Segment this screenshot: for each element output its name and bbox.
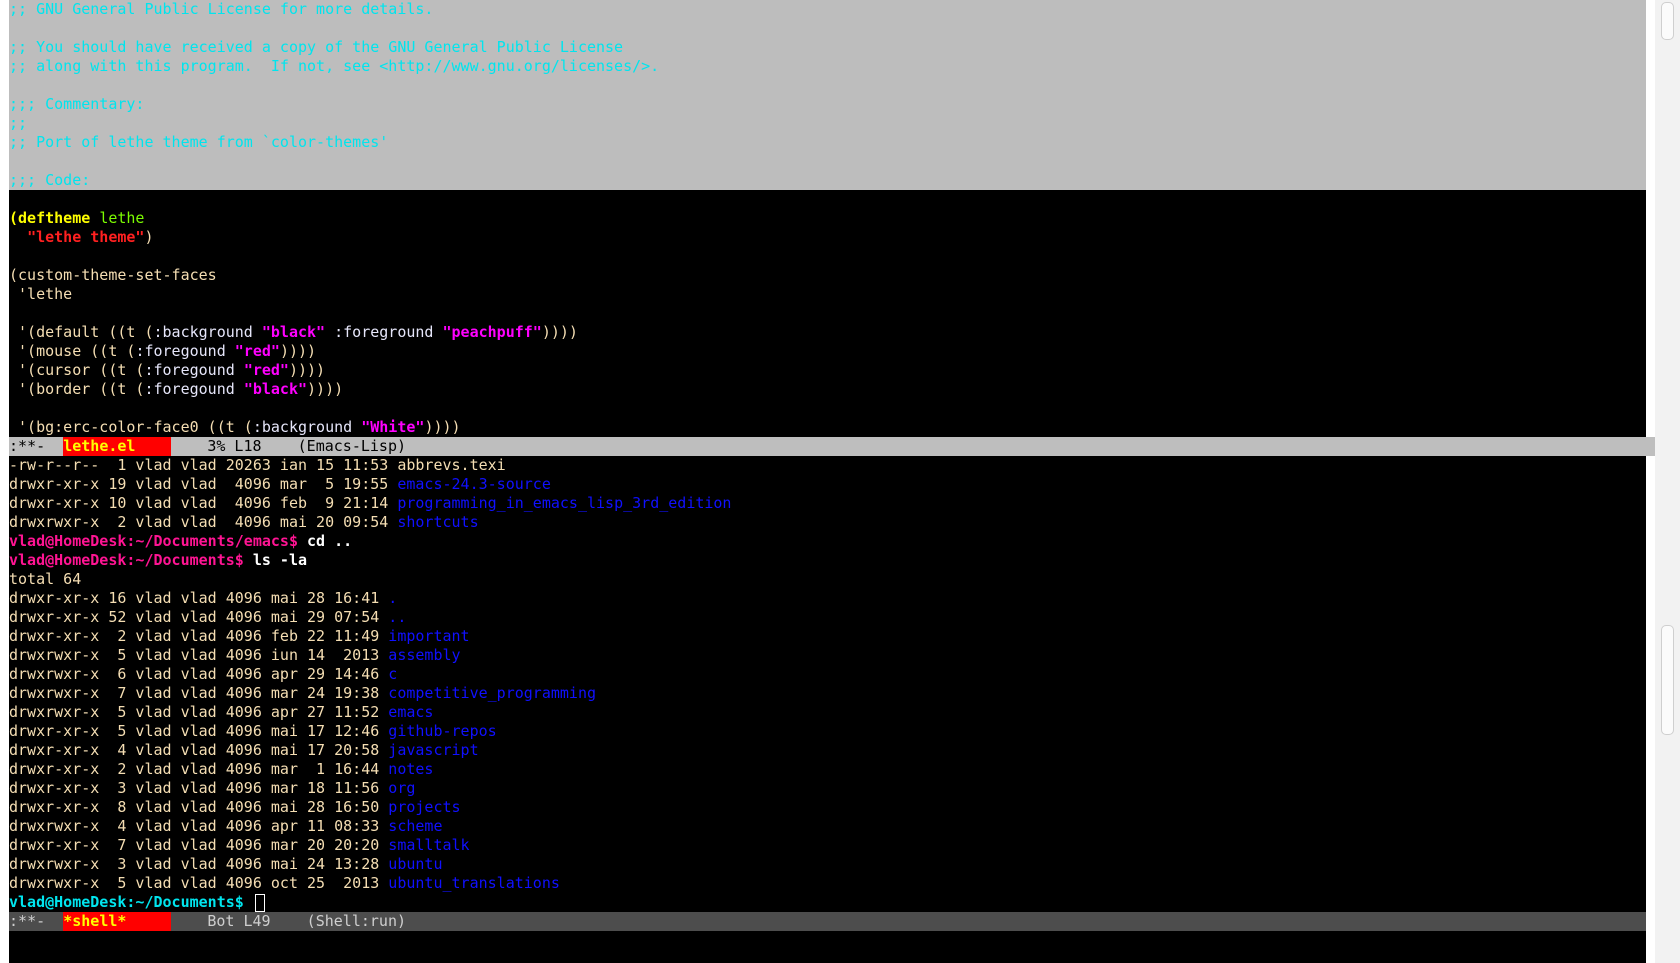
theme-name: lethe <box>99 209 145 227</box>
listing-row: drwxrwxr-x 6 vlad vlad 4096 apr 29 14:46… <box>9 665 398 683</box>
listing-row: drwxr-xr-x 4 vlad vlad 4096 mai 17 20:58… <box>9 741 479 759</box>
code-line-set-faces: (custom-theme-set-faces <box>9 266 217 284</box>
mode-line-status: U:**- <box>0 437 64 455</box>
shell-command-line: vlad@HomeDesk:~/Documents$ ls -la <box>9 551 1646 570</box>
window-divider <box>1646 437 1655 456</box>
code-line: ;; Port of lethe theme from `color-theme… <box>9 133 389 151</box>
listing-row: drwxrwxr-x 3 vlad vlad 4096 mai 24 13:28… <box>9 855 443 873</box>
mode-line-major-mode[interactable]: (Emacs-Lisp) <box>262 437 406 455</box>
scrollbar[interactable] <box>1655 0 1680 963</box>
listing-row: drwxrwxr-x 5 vlad vlad 4096 iun 14 2013 … <box>9 646 461 664</box>
shell-command: ls -la <box>243 551 308 569</box>
right-fringe <box>1646 0 1655 963</box>
code-line: ;; You should have received a copy of th… <box>9 38 624 56</box>
selected-region[interactable]: ;; GNU General Public License for more d… <box>9 0 1646 190</box>
shell-input-line[interactable]: vlad@HomeDesk:~/Documents$ <box>9 893 1646 912</box>
code-line: ;; along with this program. If not, see … <box>9 57 660 75</box>
mode-line-top[interactable]: U:**- lethe.el 3% L18 (Emacs-Lisp) <box>0 437 1646 456</box>
code-line-mouse-face: '(mouse ((t (:foregound "red")))) <box>9 342 317 360</box>
code-line: ;; GNU General Public License for more d… <box>9 0 434 18</box>
shell-command: cd .. <box>297 532 353 550</box>
code-line-deftheme: (deftheme lethe <box>9 209 145 227</box>
mode-line-position: 3% L18 <box>171 437 262 455</box>
listing-row: drwxrwxr-x 5 vlad vlad 4096 apr 27 11:52… <box>9 703 434 721</box>
shell-prompt: vlad@HomeDesk:~/Documents$ <box>9 893 244 911</box>
scrollbar-thumb-top[interactable] <box>1661 2 1674 40</box>
code-line-erc-face: '(bg:erc-color-face0 ((t (:background "W… <box>9 418 461 436</box>
code-line-default-face: '(default ((t (:background "black" :fore… <box>9 323 578 341</box>
listing-row: drwxr-xr-x 16 vlad vlad 4096 mai 28 16:4… <box>9 589 398 607</box>
listing-row: drwxrwxr-x 4 vlad vlad 4096 apr 11 08:33… <box>9 817 443 835</box>
code-line-border-face: '(border ((t (:foregound "black")))) <box>9 380 344 398</box>
mode-line-buffer-name[interactable]: *shell* <box>63 912 172 931</box>
listing-row: drwxr-xr-x 10 vlad vlad 4096 feb 9 21:14… <box>9 494 732 512</box>
left-fringe <box>0 0 9 963</box>
listing-row: -rw-r--r-- 1 vlad vlad 20263 ian 15 11:5… <box>9 456 506 474</box>
scrollbar-thumb-bottom[interactable] <box>1661 625 1674 735</box>
listing-row: drwxr-xr-x 2 vlad vlad 4096 mar 1 16:44 … <box>9 760 434 778</box>
listing-row: drwxr-xr-x 52 vlad vlad 4096 mai 29 07:5… <box>9 608 407 626</box>
code-line: ;; <box>9 114 28 132</box>
keyword-deftheme: deftheme <box>18 209 91 227</box>
listing-row: drwxr-xr-x 2 vlad vlad 4096 feb 22 11:49… <box>9 627 470 645</box>
mode-line-buffer-name[interactable]: lethe.el <box>63 437 172 456</box>
docstring: "lethe theme" <box>27 228 145 246</box>
listing-row: drwxr-xr-x 5 vlad vlad 4096 mai 17 12:46… <box>9 722 497 740</box>
code-line: ;;; Commentary: <box>9 95 145 113</box>
editor-window-lethe[interactable]: ;; GNU General Public License for more d… <box>9 0 1646 437</box>
listing-row: drwxr-xr-x 3 vlad vlad 4096 mar 18 11:56… <box>9 779 416 797</box>
listing-row: drwxr-xr-x 19 vlad vlad 4096 mar 5 19:55… <box>9 475 551 493</box>
minibuffer[interactable] <box>0 931 1646 963</box>
mode-line-major-mode[interactable]: (Shell:run) <box>271 912 406 930</box>
code-line: ;;; Code: <box>9 171 91 189</box>
listing-row: drwxr-xr-x 8 vlad vlad 4096 mai 28 16:50… <box>9 798 461 816</box>
shell-window[interactable]: -rw-r--r-- 1 vlad vlad 20263 ian 15 11:5… <box>9 456 1646 912</box>
shell-prompt: vlad@HomeDesk:~/Documents$ <box>9 551 244 569</box>
mode-line-status: U:**- <box>0 912 64 930</box>
mode-line-position: Bot L49 <box>171 912 271 930</box>
code-line-cursor-face: '(cursor ((t (:foregound "red")))) <box>9 361 326 379</box>
mode-line-bottom[interactable]: U:**- *shell* Bot L49 (Shell:run) <box>0 912 1646 931</box>
listing-row: drwxr-xr-x 7 vlad vlad 4096 mar 20 20:20… <box>9 836 470 854</box>
listing-row: drwxrwxr-x 5 vlad vlad 4096 oct 25 2013 … <box>9 874 560 892</box>
shell-prompt: vlad@HomeDesk:~/Documents/emacs$ <box>9 532 298 550</box>
emacs-frame: ;; GNU General Public License for more d… <box>0 0 1646 963</box>
listing-row: drwxrwxr-x 2 vlad vlad 4096 mai 20 09:54… <box>9 513 479 531</box>
listing-total: total 64 <box>9 570 82 588</box>
code-line-theme-arg: 'lethe <box>9 285 73 303</box>
text-cursor[interactable] <box>254 893 265 912</box>
shell-command-line: vlad@HomeDesk:~/Documents/emacs$ cd .. <box>9 532 1646 551</box>
listing-row: drwxrwxr-x 7 vlad vlad 4096 mar 24 19:38… <box>9 684 597 702</box>
code-line-docstring: "lethe theme") <box>27 228 154 246</box>
